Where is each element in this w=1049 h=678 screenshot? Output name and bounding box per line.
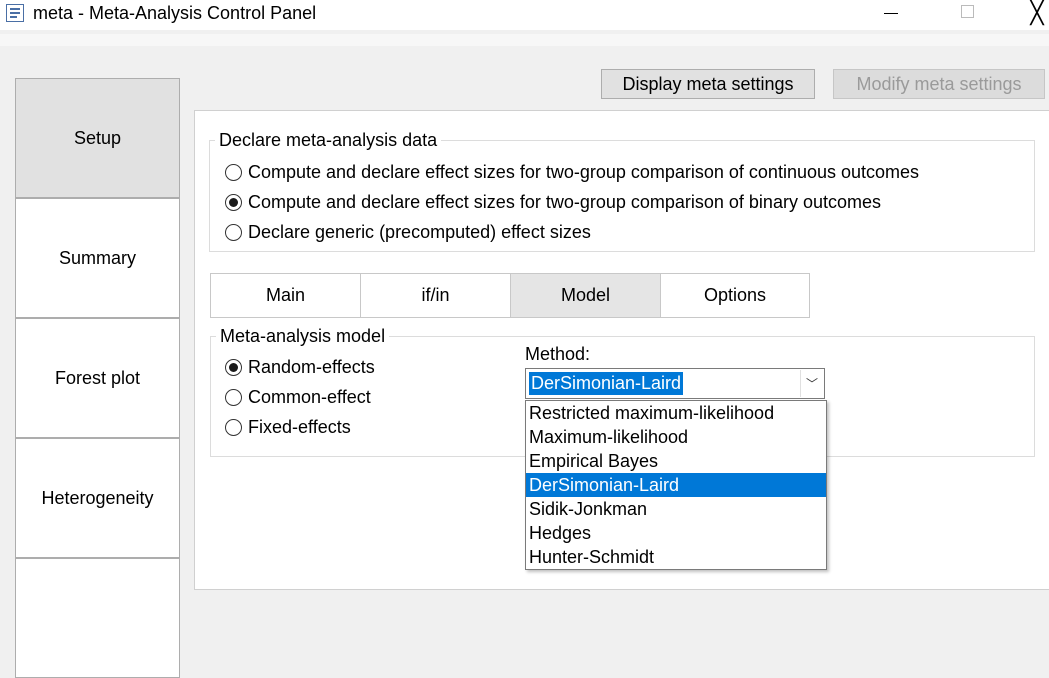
chevron-down-icon[interactable]: ﹀ [800, 370, 823, 397]
tab-options[interactable]: Options [660, 273, 810, 318]
radio-button[interactable] [225, 388, 242, 406]
method-selected-value: DerSimonian-Laird [529, 372, 684, 395]
sidebar-item-heterogeneity[interactable]: Heterogeneity [15, 438, 180, 558]
model-option-random-effects[interactable]: Random-effects [225, 355, 375, 379]
declare-option-continuous[interactable]: Compute and declare effect sizes for two… [225, 160, 919, 184]
method-option[interactable]: Restricted maximum-likelihood [526, 401, 826, 425]
method-option[interactable]: Hunter-Schmidt [526, 545, 826, 569]
tab-model[interactable]: Model [510, 273, 661, 318]
sidebar-item-setup[interactable]: Setup [15, 78, 180, 198]
method-option[interactable]: Hedges [526, 521, 826, 545]
radio-label: Random-effects [248, 356, 375, 377]
method-option[interactable]: Empirical Bayes [526, 449, 826, 473]
close-icon[interactable]: ╳ [1014, 0, 1049, 30]
radio-button[interactable] [225, 163, 242, 181]
sidebar-item-summary[interactable]: Summary [15, 198, 180, 318]
radio-button[interactable] [225, 358, 242, 376]
title-separator [0, 34, 1049, 46]
sidebar-item-label: Heterogeneity [41, 487, 154, 508]
window-title: meta - Meta-Analysis Control Panel [33, 3, 317, 23]
radio-label: Common-effect [248, 386, 371, 407]
method-option[interactable]: Sidik-Jonkman [526, 497, 826, 521]
sidebar-item-forest-plot[interactable]: Forest plot [15, 318, 180, 438]
model-option-fixed-effects[interactable]: Fixed-effects [225, 415, 351, 439]
declare-option-binary[interactable]: Compute and declare effect sizes for two… [225, 190, 881, 214]
display-meta-settings-button[interactable]: Display meta settings [601, 69, 815, 99]
radio-label: Declare generic (precomputed) effect siz… [248, 221, 591, 242]
model-option-common-effect[interactable]: Common-effect [225, 385, 371, 409]
method-label: Method: [525, 344, 591, 364]
radio-label: Compute and declare effect sizes for two… [248, 161, 920, 182]
declare-option-generic[interactable]: Declare generic (precomputed) effect siz… [225, 220, 591, 244]
minimize-icon[interactable] [868, 0, 914, 30]
sidebar-item-label: Setup [73, 127, 122, 148]
radio-label: Compute and declare effect sizes for two… [248, 191, 881, 212]
maximize-icon[interactable] [945, 0, 991, 30]
radio-button[interactable] [225, 193, 242, 211]
table-icon [6, 4, 24, 22]
modify-meta-settings-button[interactable]: Modify meta settings [833, 69, 1045, 99]
sidebar-item-more[interactable] [15, 558, 180, 678]
method-option[interactable]: Maximum-likelihood [526, 425, 826, 449]
sidebar-item-label: Summary [58, 247, 136, 268]
sidebar-item-label: Forest plot [54, 367, 141, 388]
radio-button[interactable] [225, 223, 242, 241]
method-option[interactable]: DerSimonian-Laird [526, 473, 826, 497]
declare-legend: Declare meta-analysis data [215, 130, 442, 150]
method-dropdown-list: Restricted maximum-likelihood Maximum-li… [525, 400, 827, 570]
radio-label: Fixed-effects [248, 416, 351, 437]
method-select[interactable]: DerSimonian-Laird ﹀ [525, 368, 825, 399]
tab-main[interactable]: Main [210, 273, 361, 318]
model-legend: Meta-analysis model [216, 326, 390, 346]
sidebar: Setup Summary Forest plot Heterogeneity [15, 78, 180, 678]
radio-button[interactable] [225, 418, 242, 436]
tab-if-in[interactable]: if/in [360, 273, 511, 318]
title-bar: meta - Meta-Analysis Control Panel ╳ [0, 0, 1049, 30]
